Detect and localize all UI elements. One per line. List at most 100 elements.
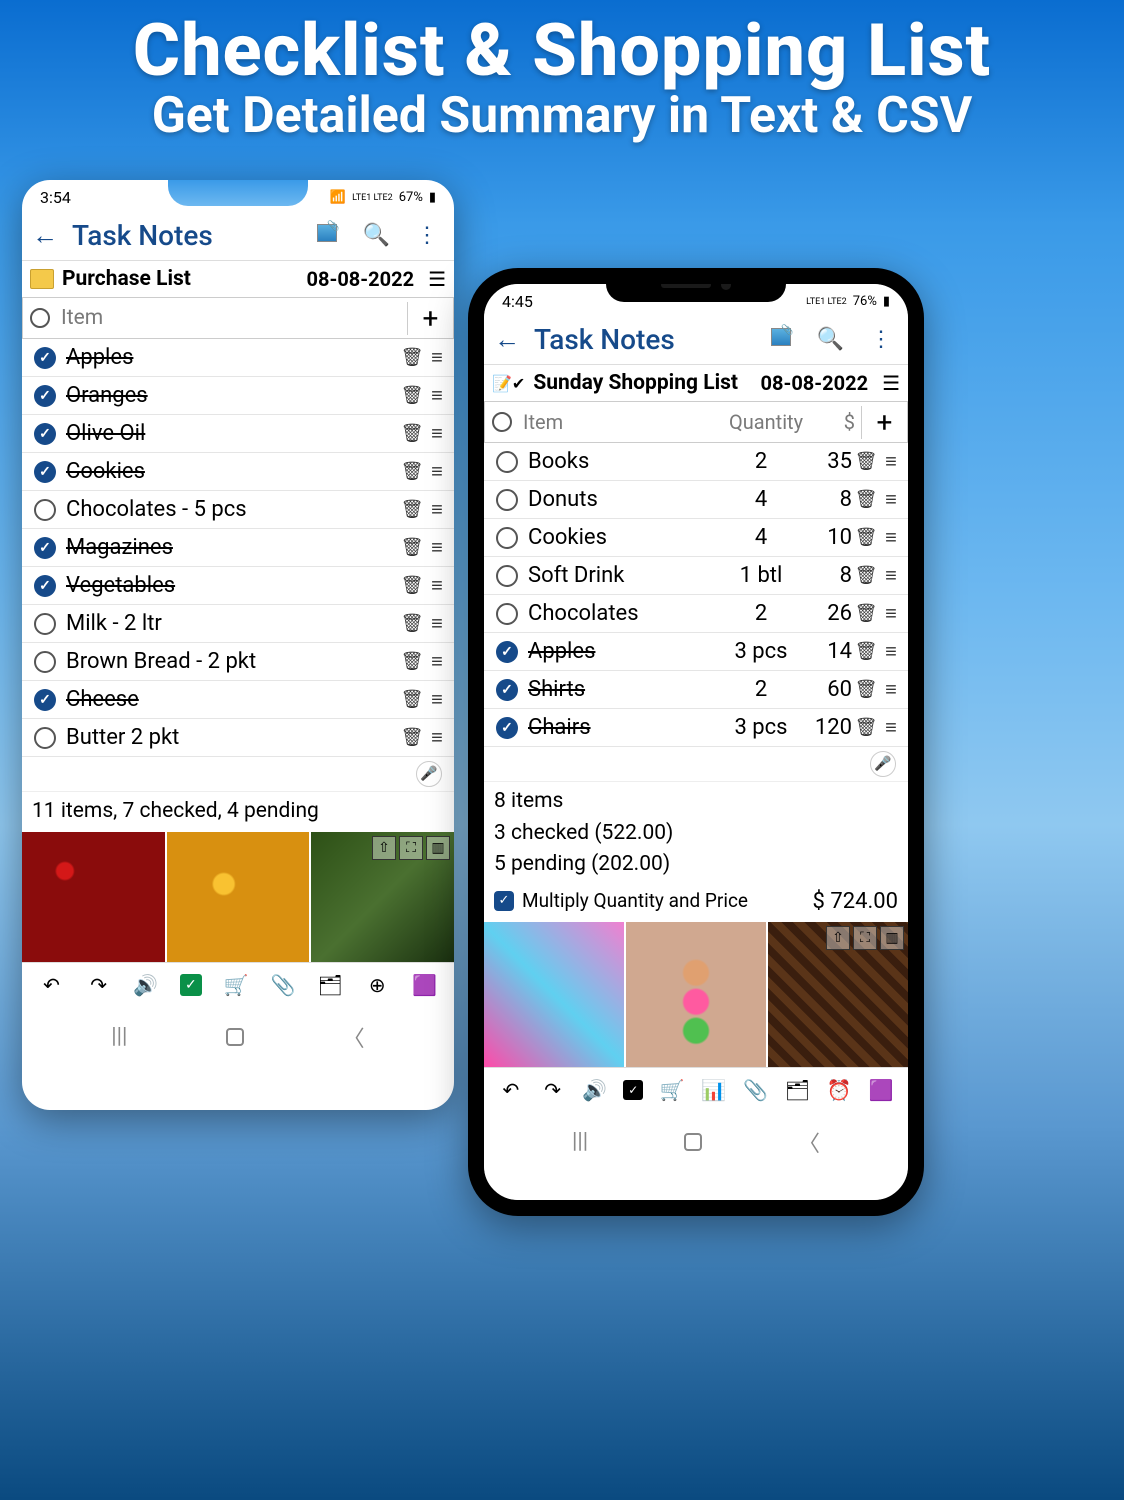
checkbox-checked-icon[interactable] bbox=[34, 347, 56, 369]
checkbox-unchecked-icon[interactable] bbox=[496, 565, 518, 587]
redo-icon[interactable]: ↷ bbox=[540, 1078, 566, 1102]
drag-handle-icon[interactable] bbox=[880, 487, 902, 512]
search-icon[interactable]: 🔍 bbox=[357, 223, 396, 248]
item-price[interactable]: 120 bbox=[796, 715, 852, 740]
thumbnail-2[interactable] bbox=[167, 832, 310, 962]
item-qty[interactable]: 3 pcs bbox=[726, 715, 796, 740]
delete-icon[interactable]: 🗑 bbox=[852, 489, 880, 510]
item-name[interactable]: Apples bbox=[524, 639, 726, 664]
delete-icon[interactable]: 🗑 bbox=[398, 499, 426, 520]
columns-icon[interactable]: ▥ bbox=[426, 836, 450, 860]
checkbox-checked-icon[interactable] bbox=[496, 641, 518, 663]
search-icon[interactable]: 🔍 bbox=[811, 327, 850, 352]
checkbox-checked-icon[interactable] bbox=[34, 423, 56, 445]
sticky-icon[interactable]: 🗂 bbox=[317, 973, 343, 997]
home-button[interactable] bbox=[684, 1133, 702, 1151]
item-placeholder[interactable]: Item bbox=[57, 298, 407, 338]
thumbnail-3[interactable]: ⇧ ⛶ ▥ bbox=[768, 922, 908, 1067]
drag-handle-icon[interactable] bbox=[880, 677, 902, 702]
more-icon[interactable]: ⋮ bbox=[864, 327, 898, 352]
redo-icon[interactable]: ↷ bbox=[86, 973, 112, 997]
check-icon[interactable]: ✓ bbox=[623, 1080, 643, 1100]
delete-icon[interactable]: 🗑 bbox=[398, 385, 426, 406]
add-circle-icon[interactable]: ⊕ bbox=[364, 973, 390, 997]
checkbox-checked-icon[interactable] bbox=[34, 537, 56, 559]
checkbox-unchecked-icon[interactable] bbox=[496, 451, 518, 473]
drag-handle-icon[interactable] bbox=[426, 725, 448, 750]
drag-handle-icon[interactable] bbox=[880, 639, 902, 664]
color-icon[interactable]: 🟪 bbox=[868, 1078, 894, 1102]
alarm-icon[interactable]: ⏰ bbox=[826, 1078, 852, 1102]
checkbox-checked-icon[interactable] bbox=[34, 461, 56, 483]
checkbox-unchecked-icon[interactable] bbox=[496, 527, 518, 549]
item-name[interactable]: Shirts bbox=[524, 677, 726, 702]
delete-icon[interactable]: 🗑 bbox=[852, 451, 880, 472]
thumbnail-1[interactable] bbox=[22, 832, 165, 962]
item-price[interactable]: 14 bbox=[796, 639, 852, 664]
delete-icon[interactable]: 🗑 bbox=[398, 461, 426, 482]
drag-handle-icon[interactable] bbox=[426, 573, 448, 598]
checkbox-unchecked-icon[interactable] bbox=[34, 499, 56, 521]
drag-handle-icon[interactable] bbox=[426, 345, 448, 370]
delete-icon[interactable]: 🗑 bbox=[852, 679, 880, 700]
item-qty[interactable]: 4 bbox=[726, 487, 796, 512]
checkbox-unchecked-icon[interactable] bbox=[496, 603, 518, 625]
upload-icon[interactable]: ⇧ bbox=[826, 926, 850, 950]
attachment-icon[interactable] bbox=[765, 327, 797, 352]
mic-icon[interactable]: 🎤 bbox=[416, 761, 442, 787]
item-qty[interactable]: 3 pcs bbox=[726, 639, 796, 664]
checkbox-unchecked-icon[interactable] bbox=[496, 489, 518, 511]
clip-icon[interactable]: 📎 bbox=[743, 1078, 769, 1102]
multiply-checkbox[interactable]: ✓ bbox=[494, 891, 514, 911]
item-name[interactable]: Butter 2 pkt bbox=[62, 725, 398, 750]
speaker-icon[interactable]: 🔊 bbox=[581, 1078, 607, 1102]
thumbnail-1[interactable] bbox=[484, 922, 624, 1067]
item-qty[interactable]: 4 bbox=[726, 525, 796, 550]
back-button[interactable]: ← bbox=[32, 220, 58, 251]
delete-icon[interactable]: 🗑 bbox=[852, 603, 880, 624]
undo-icon[interactable]: ↶ bbox=[498, 1078, 524, 1102]
sheet-icon[interactable]: 📊 bbox=[701, 1078, 727, 1102]
delete-icon[interactable]: 🗑 bbox=[398, 651, 426, 672]
checkbox-unchecked-icon[interactable] bbox=[34, 613, 56, 635]
item-placeholder[interactable]: Item bbox=[519, 402, 721, 442]
item-price[interactable]: 10 bbox=[796, 525, 852, 550]
nav-back-button[interactable]: 〈 bbox=[343, 1021, 365, 1053]
item-name[interactable]: Books bbox=[524, 449, 726, 474]
item-price[interactable]: 60 bbox=[796, 677, 852, 702]
speaker-icon[interactable]: 🔊 bbox=[133, 973, 159, 997]
item-qty[interactable]: 2 bbox=[726, 449, 796, 474]
item-price[interactable]: 8 bbox=[796, 563, 852, 588]
drag-handle-icon[interactable] bbox=[426, 383, 448, 408]
drag-handle-icon[interactable] bbox=[426, 611, 448, 636]
undo-icon[interactable]: ↶ bbox=[39, 973, 65, 997]
delete-icon[interactable]: 🗑 bbox=[398, 347, 426, 368]
delete-icon[interactable]: 🗑 bbox=[398, 727, 426, 748]
drag-handle-icon[interactable] bbox=[426, 421, 448, 446]
item-name[interactable]: Vegetables bbox=[62, 573, 398, 598]
item-name[interactable]: Soft Drink bbox=[524, 563, 726, 588]
back-button[interactable]: ← bbox=[494, 324, 520, 355]
item-name[interactable]: Chocolates bbox=[524, 601, 726, 626]
filter-icon[interactable]: ☰ bbox=[422, 267, 446, 291]
item-name[interactable]: Chairs bbox=[524, 715, 726, 740]
item-price[interactable]: 35 bbox=[796, 449, 852, 474]
checkbox-checked-icon[interactable] bbox=[34, 689, 56, 711]
delete-icon[interactable]: 🗑 bbox=[398, 575, 426, 596]
thumbnail-3[interactable]: ⇧ ⛶ ▥ bbox=[311, 832, 454, 962]
check-icon[interactable]: ✓ bbox=[180, 974, 202, 996]
drag-handle-icon[interactable] bbox=[880, 525, 902, 550]
item-qty[interactable]: 2 bbox=[726, 601, 796, 626]
drag-handle-icon[interactable] bbox=[880, 563, 902, 588]
item-name[interactable]: Magazines bbox=[62, 535, 398, 560]
delete-icon[interactable]: 🗑 bbox=[398, 613, 426, 634]
delete-icon[interactable]: 🗑 bbox=[398, 537, 426, 558]
sticky-icon[interactable]: 🗂 bbox=[784, 1078, 810, 1102]
attachment-icon[interactable] bbox=[311, 223, 343, 248]
cart-icon[interactable]: 🛒 bbox=[659, 1078, 685, 1102]
drag-handle-icon[interactable] bbox=[426, 497, 448, 522]
item-name[interactable]: Olive Oil bbox=[62, 421, 398, 446]
drag-handle-icon[interactable] bbox=[880, 449, 902, 474]
expand-icon[interactable]: ⛶ bbox=[399, 836, 423, 860]
add-item-button[interactable]: + bbox=[861, 406, 907, 439]
